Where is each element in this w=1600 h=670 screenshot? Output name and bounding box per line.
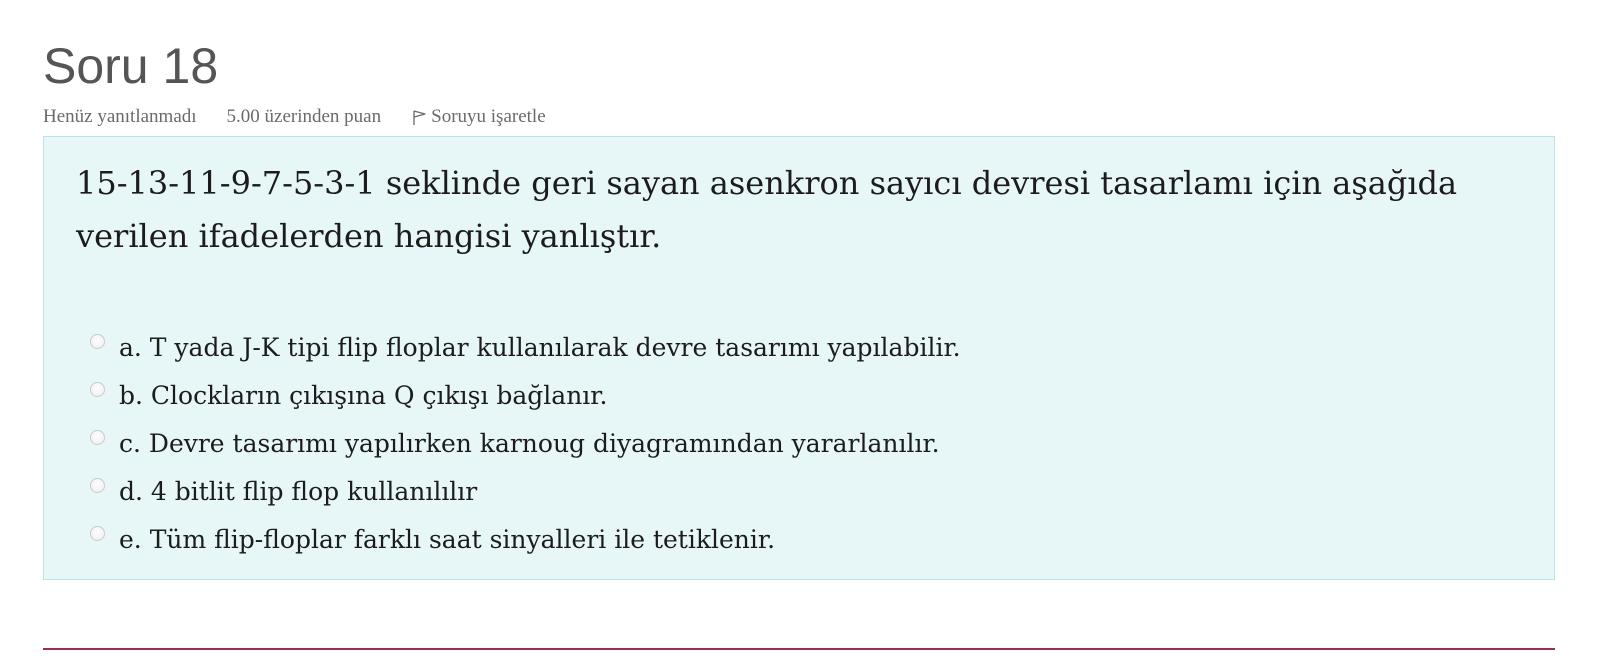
section-divider [43,648,1555,650]
flag-question-link[interactable]: Soruyu işaretle [411,106,546,128]
question-title: Soru 18 [43,38,219,94]
answer-option-b[interactable]: b. Clockların çıkışına Q çıkışı bağlanır… [90,371,961,419]
answer-label[interactable]: b. Clockların çıkışına Q çıkışı bağlanır… [119,381,607,410]
question-grade: 5.00 üzerinden puan [226,106,382,127]
answer-label[interactable]: a. T yada J-K tipi flip floplar kullanıl… [119,333,961,362]
answer-radio[interactable] [90,429,105,445]
answer-radio[interactable] [90,381,105,397]
answer-option-e[interactable]: e. Tüm flip-floplar farklı saat sinyalle… [90,515,961,563]
answer-option-c[interactable]: c. Devre tasarımı yapılırken karnoug diy… [90,419,961,467]
question-info: Henüz yanıtlanmadı 5.00 üzerinden puan S… [43,105,546,129]
answer-option-a[interactable]: a. T yada J-K tipi flip floplar kullanıl… [90,323,961,371]
quiz-page: Soru 18 Henüz yanıtlanmadı 5.00 üzerinde… [0,0,1600,670]
flag-icon [411,108,427,126]
answer-radio[interactable] [90,477,105,493]
question-formulation: 15-13-11-9-7-5-3-1 seklinde geri sayan a… [43,136,1555,580]
answer-label[interactable]: d. 4 bitlit flip flop kullanılılır [119,477,477,506]
answer-option-d[interactable]: d. 4 bitlit flip flop kullanılılır [90,467,961,515]
answer-radio[interactable] [90,333,105,349]
flag-question-label: Soruyu işaretle [431,106,546,127]
question-status: Henüz yanıtlanmadı [43,106,197,127]
answer-label[interactable]: e. Tüm flip-floplar farklı saat sinyalle… [119,525,775,554]
answer-label[interactable]: c. Devre tasarımı yapılırken karnoug diy… [119,429,940,458]
answer-radio[interactable] [90,525,105,541]
question-text: 15-13-11-9-7-5-3-1 seklinde geri sayan a… [76,164,1458,255]
answer-list: a. T yada J-K tipi flip floplar kullanıl… [90,323,961,563]
